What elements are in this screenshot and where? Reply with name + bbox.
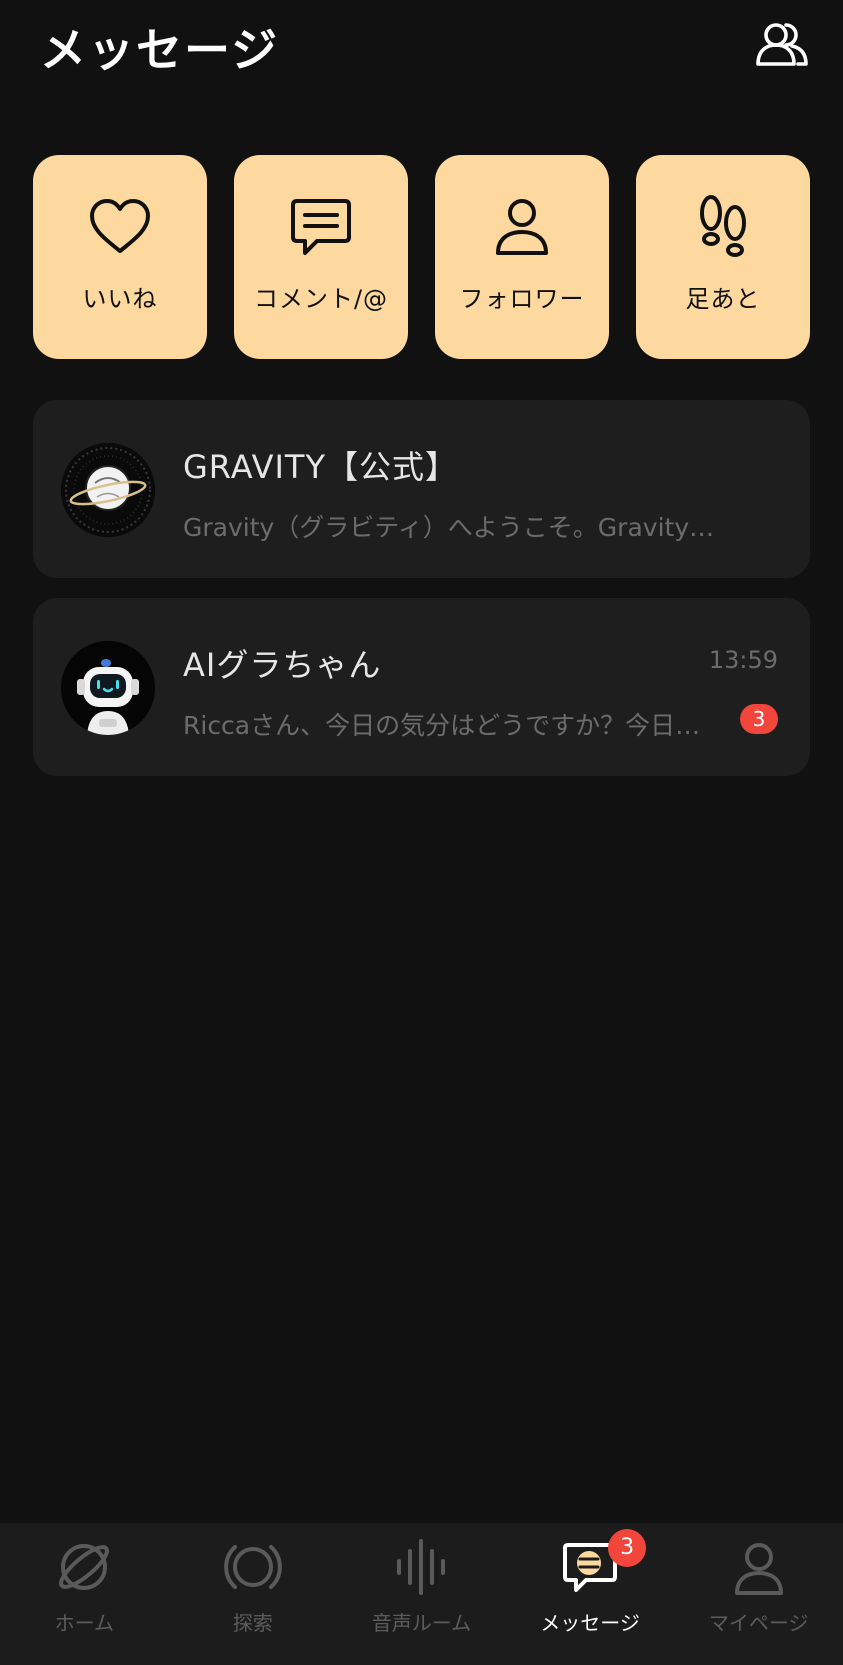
followers-card[interactable]: フォロワー: [435, 155, 609, 359]
friends-button[interactable]: [753, 20, 811, 74]
conversation-item-gravity[interactable]: GRAVITY【公式】 Gravity（グラビティ）へようこそ。Gravity…: [33, 400, 810, 578]
tab-label: 音声ルーム: [371, 1611, 472, 1635]
profile-icon: [734, 1543, 783, 1595]
quick-actions: いいね コメント/@ フォロワー 足あと: [33, 155, 810, 359]
robot-avatar-icon: [61, 641, 155, 735]
page-title: メッセージ: [40, 23, 280, 77]
likes-label: いいね: [82, 285, 158, 313]
conversation-name: GRAVITY【公式】: [183, 448, 459, 486]
tab-label: マイページ: [708, 1611, 809, 1635]
person-icon: [496, 199, 548, 255]
header: メッセージ: [0, 0, 843, 100]
tab-explore[interactable]: 探索: [169, 1523, 338, 1665]
soundwave-icon: [397, 1539, 446, 1595]
tab-label: メッセージ: [540, 1611, 640, 1635]
conversation-name: AIグラちゃん: [183, 646, 382, 684]
conversation-time: 13:59: [708, 646, 778, 674]
footprints-icon: [700, 195, 746, 257]
people-icon: [756, 23, 808, 66]
avatar: [61, 641, 155, 735]
tab-badge: 3: [608, 1529, 647, 1567]
comment-icon: [291, 199, 351, 255]
tab-voice-room[interactable]: 音声ルーム: [337, 1523, 506, 1665]
followers-label: フォロワー: [459, 285, 585, 313]
planet-icon: [59, 1544, 110, 1590]
tab-messages[interactable]: 3 メッセージ: [506, 1523, 675, 1665]
comments-card[interactable]: コメント/@: [234, 155, 408, 359]
explore-ring-icon: [224, 1545, 282, 1589]
comments-label: コメント/@: [253, 285, 389, 313]
planet-logo-icon: [61, 443, 155, 537]
likes-card[interactable]: いいね: [33, 155, 207, 359]
tab-my-page[interactable]: マイページ: [674, 1523, 843, 1665]
tab-label: 探索: [232, 1611, 273, 1635]
tab-label: ホーム: [54, 1611, 114, 1635]
unread-badge: 3: [740, 704, 778, 734]
conversation-preview: Riccaさん、今日の気分はどうですか？今日…: [183, 711, 701, 740]
bottom-tab-bar: ホーム 探索 音声ルーム 3 メッセージ マイページ: [0, 1523, 843, 1665]
avatar: [61, 443, 155, 537]
heart-icon: [90, 199, 150, 253]
tab-home[interactable]: ホーム: [0, 1523, 169, 1665]
conversation-item-ai-gura[interactable]: AIグラちゃん 13:59 Riccaさん、今日の気分はどうですか？今日… 3: [33, 598, 810, 776]
footprints-label: 足あと: [685, 285, 761, 313]
conversation-preview: Gravity（グラビティ）へようこそ。Gravity…: [183, 513, 715, 542]
footprints-card[interactable]: 足あと: [636, 155, 810, 359]
